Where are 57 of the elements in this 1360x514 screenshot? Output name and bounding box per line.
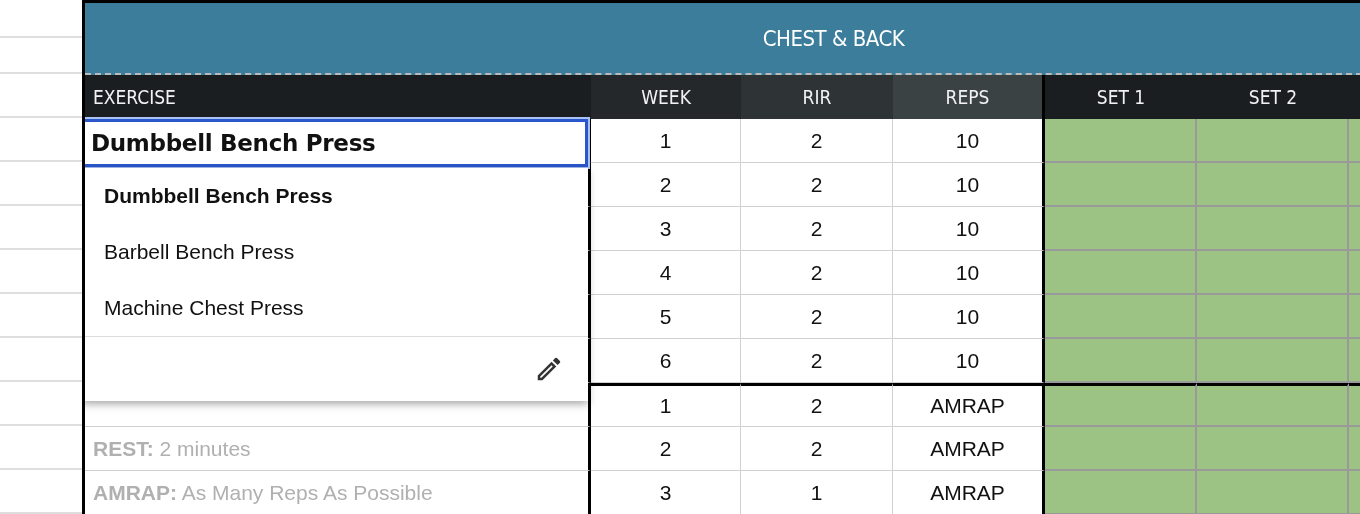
table-cell: 3 <box>591 207 741 251</box>
set-cell[interactable] <box>1045 295 1197 339</box>
table-cell: 2 <box>741 251 893 295</box>
set-cell[interactable] <box>1045 339 1197 383</box>
table-cell: 1 <box>591 119 741 163</box>
set-cell[interactable] <box>1349 251 1360 295</box>
set-cell[interactable] <box>1197 339 1349 383</box>
set-cell[interactable] <box>1349 119 1360 163</box>
column-header: EXERCISE <box>85 75 591 119</box>
input-field[interactable]: Dumbbell Bench Press <box>85 119 588 167</box>
column-header: RIR <box>741 75 893 119</box>
set-cell[interactable] <box>1197 207 1349 251</box>
set-cell[interactable] <box>1197 163 1349 207</box>
set-cell[interactable] <box>1349 163 1360 207</box>
note-text: REST: 2 minutes <box>93 435 251 462</box>
set-cell[interactable] <box>1197 427 1349 471</box>
set-cell[interactable] <box>1045 119 1197 163</box>
column-header: SET 1 <box>1045 75 1197 119</box>
column-header <box>1349 75 1360 119</box>
column-header: REPS <box>893 75 1045 119</box>
set-cell[interactable] <box>1197 295 1349 339</box>
table-cell: 2 <box>591 163 741 207</box>
set-cell[interactable] <box>1349 383 1360 427</box>
table-cell: 2 <box>741 383 893 427</box>
set-cell[interactable] <box>1045 207 1197 251</box>
set-cell[interactable] <box>1349 339 1360 383</box>
table-cell: 2 <box>741 295 893 339</box>
section-title: CHEST & BACK <box>85 3 1360 75</box>
table-cell: 2 <box>741 427 893 471</box>
set-cell[interactable] <box>1045 471 1197 514</box>
table-cell: 6 <box>591 339 741 383</box>
table-cell: 2 <box>741 163 893 207</box>
set-cell[interactable] <box>1197 251 1349 295</box>
table-cell: 5 <box>591 295 741 339</box>
table-cell: 2 <box>741 119 893 163</box>
table-cell: 2 <box>741 207 893 251</box>
table-cell: 2 <box>741 339 893 383</box>
set-cell[interactable] <box>1197 471 1349 514</box>
table-cell: 2 <box>591 427 741 471</box>
suggestion-item[interactable]: Dumbbell Bench Press <box>85 168 588 224</box>
table-cell: 1 <box>591 383 741 427</box>
table-cell: 3 <box>591 471 741 514</box>
set-cell[interactable] <box>1045 383 1197 427</box>
note-text: AMRAP: As Many Reps As Possible <box>93 479 433 506</box>
set-cell[interactable] <box>1045 427 1197 471</box>
set-cell[interactable] <box>1045 251 1197 295</box>
column-header: SET 2 <box>1197 75 1349 119</box>
set-cell[interactable] <box>1349 295 1360 339</box>
set-cell[interactable] <box>1349 207 1360 251</box>
set-cell[interactable] <box>1045 163 1197 207</box>
set-cell[interactable] <box>1349 471 1360 514</box>
set-cell[interactable] <box>1197 119 1349 163</box>
set-cell[interactable] <box>1197 383 1349 427</box>
set-cell[interactable] <box>1349 427 1360 471</box>
column-header: WEEK <box>591 75 741 119</box>
table-cell: 1 <box>741 471 893 514</box>
table-cell: 4 <box>591 251 741 295</box>
